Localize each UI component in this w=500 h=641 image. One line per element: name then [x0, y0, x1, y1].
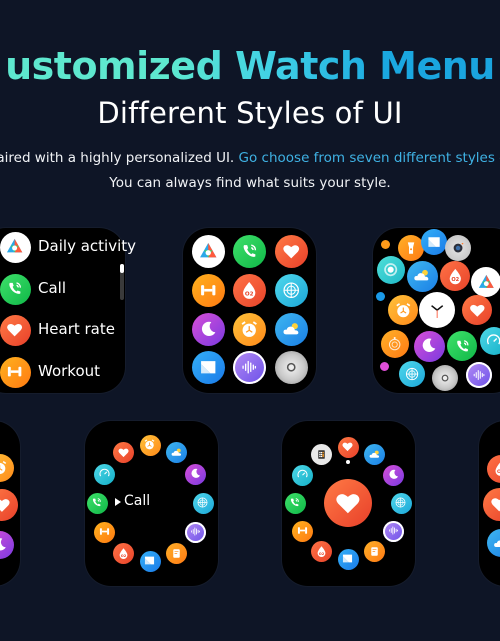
settings-icon[interactable] — [432, 365, 458, 391]
camera-icon[interactable] — [445, 235, 471, 261]
description-plain: paired with a highly personalized UI. — [0, 150, 239, 166]
watch-partial-left — [0, 421, 20, 586]
notes-icon[interactable] — [364, 540, 385, 562]
watch-ring-heart-style: O2 — [282, 421, 415, 586]
watch-partial-right: O2 — [479, 421, 500, 586]
heart-icon[interactable] — [0, 489, 18, 521]
activity-icon[interactable] — [0, 231, 31, 263]
list-item-label[interactable]: Heart rate — [38, 320, 115, 338]
page-title: ustomized Watch Menu — [0, 44, 500, 88]
watch-ring-call-style: O2 Call — [85, 421, 218, 586]
moon-sleep-icon[interactable] — [383, 464, 405, 486]
mini-app-dot[interactable] — [376, 292, 385, 301]
alarm-icon[interactable] — [0, 454, 14, 482]
speedometer-icon[interactable] — [291, 464, 313, 486]
svg-text:O2: O2 — [319, 552, 325, 556]
phone-icon[interactable] — [447, 331, 477, 361]
svg-text:O2: O2 — [245, 291, 254, 297]
alarm-icon[interactable] — [232, 312, 266, 346]
voice-assistant-icon[interactable] — [232, 350, 266, 384]
notes-icon[interactable] — [166, 542, 187, 564]
phone-icon[interactable] — [0, 273, 31, 305]
mini-app-dot[interactable] — [381, 240, 390, 249]
moon-sleep-icon[interactable] — [413, 330, 445, 362]
voice-assistant-icon[interactable] — [383, 520, 405, 542]
phone-icon[interactable] — [86, 492, 108, 514]
description-line-2: You can always find what suits your styl… — [109, 175, 391, 191]
message-icon[interactable] — [139, 550, 161, 572]
alarm-icon[interactable] — [139, 434, 161, 456]
compass-icon[interactable] — [274, 273, 308, 307]
description-line-1: paired with a highly personalized UI. Go… — [0, 150, 500, 166]
activity-icon[interactable] — [471, 267, 500, 297]
weather-icon[interactable] — [274, 312, 308, 346]
play-arrow-icon — [115, 498, 121, 506]
description-highlight: Go choose from seven different styles of — [238, 150, 500, 166]
stopwatch-icon[interactable] — [381, 330, 409, 358]
watch-list-style: Daily activity Call Heart rate Workout — [0, 228, 136, 393]
compass-icon[interactable] — [390, 492, 412, 514]
weather-icon[interactable] — [364, 444, 385, 465]
weather-icon[interactable] — [406, 260, 438, 292]
svg-text:O2: O2 — [451, 277, 459, 283]
watch-honeycomb-style: O2 — [373, 228, 500, 393]
phone-icon[interactable] — [284, 492, 306, 514]
svg-text:O2: O2 — [121, 553, 127, 557]
voice-assistant-icon[interactable] — [185, 521, 207, 543]
heart-icon[interactable] — [324, 479, 372, 527]
message-icon[interactable] — [421, 229, 447, 255]
list-item-label[interactable]: Workout — [38, 362, 100, 380]
watch-grid-style: O2 — [183, 228, 316, 393]
weather-icon[interactable] — [166, 442, 187, 464]
activity-icon[interactable] — [191, 234, 225, 268]
heart-icon[interactable] — [113, 442, 134, 464]
mini-app-dot[interactable] — [380, 362, 389, 371]
dumbbell-icon[interactable] — [93, 521, 115, 543]
heart-icon[interactable] — [482, 487, 500, 521]
blood-oxygen-icon[interactable]: O2 — [487, 455, 500, 483]
moon-sleep-icon[interactable] — [185, 463, 207, 485]
blood-oxygen-icon[interactable]: O2 — [311, 540, 332, 562]
settings-icon[interactable] — [274, 350, 308, 384]
heart-icon[interactable] — [462, 295, 492, 325]
dumbbell-icon[interactable] — [191, 273, 225, 307]
blood-oxygen-icon[interactable]: O2 — [113, 542, 134, 564]
alarm-icon[interactable] — [388, 295, 418, 325]
moon-sleep-icon[interactable] — [191, 312, 225, 346]
weather-icon[interactable] — [487, 529, 500, 557]
voice-assistant-icon[interactable] — [466, 362, 492, 388]
blood-oxygen-icon[interactable]: O2 — [440, 261, 470, 291]
ring-center-label[interactable]: Call — [124, 493, 150, 509]
flashlight-icon[interactable] — [398, 235, 424, 261]
compass-icon[interactable] — [192, 492, 214, 514]
breathe-icon[interactable] — [377, 256, 405, 284]
phone-icon[interactable] — [232, 234, 266, 268]
heart-icon[interactable] — [337, 436, 359, 458]
page-indicator-dot — [346, 460, 350, 464]
moon-sleep-icon[interactable] — [0, 531, 14, 559]
blood-oxygen-icon[interactable]: O2 — [232, 273, 266, 307]
heart-icon[interactable] — [0, 314, 31, 346]
compass-icon[interactable] — [399, 361, 425, 387]
page-subtitle: Different Styles of UI — [97, 96, 403, 130]
calculator-icon[interactable] — [311, 444, 332, 465]
list-item-label[interactable]: Daily activity — [38, 237, 136, 255]
message-icon[interactable] — [337, 548, 359, 570]
speedometer-icon[interactable] — [480, 327, 500, 355]
list-item-label[interactable]: Call — [38, 279, 66, 297]
message-icon[interactable] — [191, 350, 225, 384]
dumbbell-icon[interactable] — [291, 520, 313, 542]
clock-icon[interactable] — [419, 292, 455, 328]
scrollbar-thumb[interactable] — [120, 264, 124, 273]
heart-icon[interactable] — [274, 234, 308, 268]
speedometer-icon[interactable] — [93, 463, 115, 485]
dumbbell-icon[interactable] — [0, 356, 31, 388]
